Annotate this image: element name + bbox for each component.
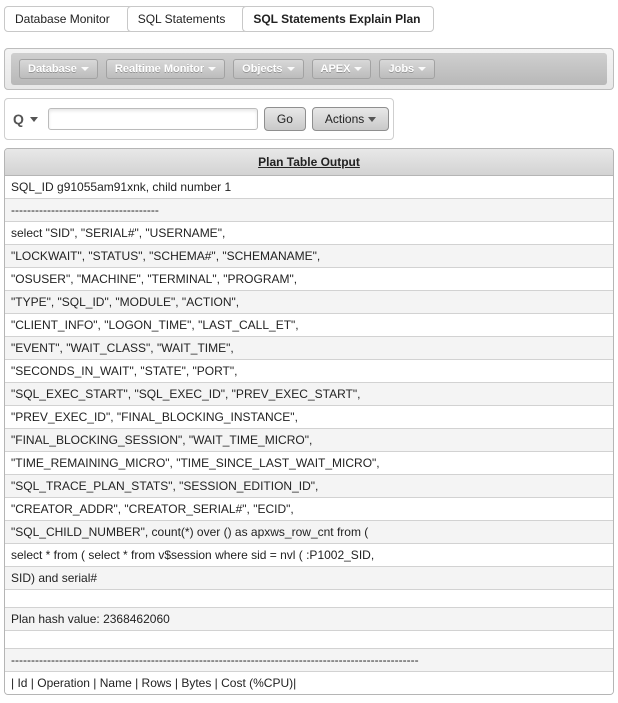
actions-label: Actions [325, 112, 364, 126]
plan-row: "CLIENT_INFO", "LOGON_TIME", "LAST_CALL_… [5, 314, 613, 337]
plan-output-table: Plan Table Output SQL_ID g91055am91xnk, … [4, 148, 614, 695]
plan-row [5, 590, 613, 608]
go-button[interactable]: Go [264, 107, 306, 131]
plan-row: Plan hash value: 2368462060 [5, 608, 613, 631]
plan-row: "FINAL_BLOCKING_SESSION", "WAIT_TIME_MIC… [5, 429, 613, 452]
chevron-down-icon [354, 67, 362, 71]
menu-apex[interactable]: APEX [312, 59, 372, 79]
plan-row: "TYPE", "SQL_ID", "MODULE", "ACTION", [5, 291, 613, 314]
plan-row: "SECONDS_IN_WAIT", "STATE", "PORT", [5, 360, 613, 383]
plan-row: "SQL_EXEC_START", "SQL_EXEC_ID", "PREV_E… [5, 383, 613, 406]
breadcrumb-item-database-monitor[interactable]: Database Monitor [4, 6, 133, 32]
menu-label: Realtime Monitor [115, 63, 204, 75]
menu-objects[interactable]: Objects [233, 59, 303, 79]
plan-row: SID) and serial# [5, 567, 613, 590]
breadcrumb-item-sql-statements[interactable]: SQL Statements [127, 6, 249, 32]
plan-row: ------------------------------------- [5, 199, 613, 222]
plan-row: "CREATOR_ADDR", "CREATOR_SERIAL#", "ECID… [5, 498, 613, 521]
plan-row: "SQL_CHILD_NUMBER", count(*) over () as … [5, 521, 613, 544]
plan-row: "PREV_EXEC_ID", "FINAL_BLOCKING_INSTANCE… [5, 406, 613, 429]
plan-row: ----------------------------------------… [5, 649, 613, 672]
search-input[interactable] [48, 108, 258, 130]
chevron-down-icon [287, 67, 295, 71]
breadcrumb: Database Monitor SQL Statements SQL Stat… [0, 0, 618, 42]
plan-row [5, 631, 613, 649]
plan-row: | Id | Operation | Name | Rows | Bytes |… [5, 672, 613, 694]
plan-row: "SQL_TRACE_PLAN_STATS", "SESSION_EDITION… [5, 475, 613, 498]
plan-row: select * from ( select * from v$session … [5, 544, 613, 567]
plan-row: "EVENT", "WAIT_CLASS", "WAIT_TIME", [5, 337, 613, 360]
plan-row: "TIME_REMAINING_MICRO", "TIME_SINCE_LAST… [5, 452, 613, 475]
search-icon[interactable]: Q [9, 111, 24, 127]
plan-row: "OSUSER", "MACHINE", "TERMINAL", "PROGRA… [5, 268, 613, 291]
plan-row: "LOCKWAIT", "STATUS", "SCHEMA#", "SCHEMA… [5, 245, 613, 268]
plan-row: SQL_ID g91055am91xnk, child number 1 [5, 176, 613, 199]
search-column-dropdown[interactable] [30, 117, 38, 122]
breadcrumb-item-current: SQL Statements Explain Plan [242, 6, 433, 32]
menu-database[interactable]: Database [19, 59, 98, 79]
actions-button[interactable]: Actions [312, 107, 389, 131]
chevron-down-icon [81, 67, 89, 71]
chevron-down-icon [208, 67, 216, 71]
menu-label: Database [28, 63, 77, 75]
chevron-down-icon [368, 117, 376, 122]
plan-row: select "SID", "SERIAL#", "USERNAME", [5, 222, 613, 245]
menu-jobs[interactable]: Jobs [379, 59, 435, 79]
menu-label: APEX [321, 63, 351, 75]
chevron-down-icon [418, 67, 426, 71]
menu-label: Objects [242, 63, 282, 75]
menu-label: Jobs [388, 63, 414, 75]
search-toolbar: Q Go Actions [4, 98, 394, 140]
menu-realtime-monitor[interactable]: Realtime Monitor [106, 59, 225, 79]
plan-table-header[interactable]: Plan Table Output [5, 149, 613, 176]
menubar: Database Realtime Monitor Objects APEX J… [4, 48, 614, 90]
